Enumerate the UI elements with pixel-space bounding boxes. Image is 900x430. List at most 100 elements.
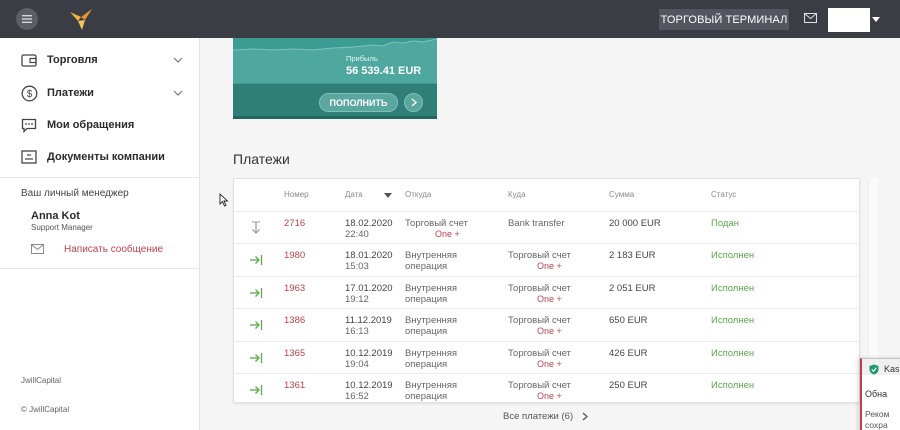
payment-to: Bank transfer <box>508 218 565 229</box>
table-row[interactable]: 1963 17.01.2020 19:12 Внутренняя операция Тор… <box>234 275 859 308</box>
account-selector[interactable] <box>828 8 870 32</box>
account-card: Прибыль 56 539.41 EUR ПОПОЛНИТЬ <box>233 38 437 119</box>
chevron-down-icon[interactable] <box>872 17 880 22</box>
sort-desc-icon[interactable] <box>384 193 392 198</box>
column-header-status[interactable]: Статус <box>711 190 736 199</box>
sidebar-item-label: Торговля <box>47 54 98 66</box>
payment-from: Внутренняя <box>405 250 458 262</box>
payment-to: Торговый счет <box>508 380 571 391</box>
payment-date: 10.12.2019 <box>345 380 393 391</box>
deposit-arrow-icon <box>250 255 263 266</box>
payment-status: Исполнен <box>711 282 755 294</box>
payments-table: Номер Дата Откуда Куда Сумма Статус 2716… <box>233 178 860 403</box>
top-up-button[interactable]: ПОПОЛНИТЬ <box>319 93 398 112</box>
sidebar-item-requests[interactable]: Мои обращения <box>0 110 200 140</box>
sidebar-item-label: Документы компании <box>47 151 165 163</box>
sidebar-divider <box>0 177 199 178</box>
payment-status: Исполнен <box>711 250 755 262</box>
column-header-date[interactable]: Дата <box>345 190 363 199</box>
payment-time: 19:04 <box>345 358 369 370</box>
table-row[interactable]: 2716 18.02.2020 22:40 Торговый счет One + Ban… <box>234 211 859 243</box>
payment-status: Исполнен <box>711 347 755 359</box>
payment-date: 18.02.2020 <box>345 218 393 229</box>
popup-title: Kasp <box>884 364 900 374</box>
table-row[interactable]: 1365 10.12.2019 19:04 Внутренняя операция Тор… <box>234 340 859 373</box>
scrollbar[interactable] <box>868 178 878 368</box>
popup-line: Реком сохра <box>865 409 889 430</box>
payment-from-detail: операция <box>405 293 448 305</box>
payment-number[interactable]: 1386 <box>284 315 305 326</box>
sidebar: Торговля $ Платежи Мои обращения Докумен… <box>0 38 200 430</box>
payment-from-detail: операция <box>405 326 448 338</box>
payment-status: Подан <box>711 218 739 229</box>
brand-label: JwillCapital <box>21 376 62 385</box>
payment-status: Исполнен <box>711 380 755 391</box>
payment-time: 22:40 <box>345 229 369 240</box>
payment-to-account: One + <box>537 391 562 401</box>
popup-line-b: сохра <box>865 420 888 430</box>
profit-label: Прибыль <box>346 54 378 63</box>
mail-icon[interactable] <box>804 13 817 23</box>
table-row[interactable]: 1361 10.12.2019 16:52 Внутренняя операция Тор… <box>234 373 859 405</box>
deposit-arrow-icon <box>250 352 263 363</box>
payment-amount: 20 000 EUR <box>609 218 661 229</box>
withdrawal-arrow-icon <box>252 221 260 234</box>
chevron-right-icon[interactable] <box>582 412 588 421</box>
document-icon <box>20 148 38 166</box>
sidebar-item-label: Мои обращения <box>47 119 135 131</box>
column-header-to[interactable]: Куда <box>508 190 526 199</box>
payment-amount: 250 EUR <box>609 380 648 391</box>
payment-to: Торговый счет <box>508 347 571 359</box>
payment-from: Внутренняя <box>405 380 458 391</box>
copyright-label: © JwillCapital <box>21 405 70 414</box>
chevron-right-icon <box>411 98 417 107</box>
payment-time: 16:52 <box>345 391 369 402</box>
trading-terminal-button[interactable]: ТОРГОВЫЙ ТЕРМИНАЛ <box>659 9 789 30</box>
payment-date: 10.12.2019 <box>345 347 393 359</box>
popup-line-a: Реком <box>865 409 890 419</box>
sidebar-item-trading[interactable]: Торговля <box>0 45 200 75</box>
payment-date: 17.01.2020 <box>345 282 393 294</box>
column-header-number[interactable]: Номер <box>284 190 309 199</box>
payment-from: Внутренняя <box>405 282 458 294</box>
manager-name: Anna Kot <box>31 210 80 222</box>
payment-number[interactable]: 1980 <box>284 250 305 261</box>
write-message-link[interactable]: Написать сообщение <box>64 244 163 255</box>
column-header-amount[interactable]: Сумма <box>609 190 634 199</box>
manager-section-title: Ваш личный менеджер <box>21 188 129 199</box>
payment-from-account: One + <box>435 229 460 239</box>
table-row[interactable]: 1980 18.01.2020 15:03 Внутренняя операция Тор… <box>234 243 859 275</box>
payment-from-detail: операция <box>405 261 448 273</box>
payment-time: 15:03 <box>345 261 369 273</box>
payment-date: 18.01.2020 <box>345 250 393 262</box>
payment-number[interactable]: 1361 <box>284 380 305 391</box>
payment-to-account: One + <box>537 358 562 369</box>
sidebar-item-documents[interactable]: Документы компании <box>0 142 200 172</box>
manager-role: Support Manager <box>31 223 93 232</box>
deposit-arrow-icon <box>250 320 263 331</box>
logo-bird-icon[interactable] <box>68 6 94 32</box>
payment-number[interactable]: 1963 <box>284 283 305 294</box>
menu-icon <box>22 15 32 23</box>
payment-number[interactable]: 2716 <box>284 218 305 229</box>
chat-icon <box>20 116 38 134</box>
payment-time: 19:12 <box>345 293 369 305</box>
menu-button[interactable] <box>16 8 38 30</box>
deposit-arrow-icon <box>250 385 263 395</box>
shield-icon <box>869 364 879 375</box>
payment-from: Внутренняя <box>405 347 458 359</box>
payment-status: Исполнен <box>711 315 755 327</box>
table-row[interactable]: 1386 11.12.2019 16:13 Внутренняя операция Тор… <box>234 308 859 340</box>
next-card-button[interactable] <box>404 93 423 112</box>
sidebar-item-payments[interactable]: $ Платежи <box>0 78 200 108</box>
chevron-down-icon <box>173 90 183 96</box>
popup-line: Обна <box>865 389 888 399</box>
payment-from-detail: операция <box>405 391 448 402</box>
wallet-icon <box>20 51 38 69</box>
column-header-from[interactable]: Откуда <box>405 190 431 199</box>
svg-text:$: $ <box>26 89 32 100</box>
all-payments-link[interactable]: Все платежи (6) <box>503 411 573 422</box>
antivirus-popup[interactable]: Kasp Обна Рекомсохра <box>860 358 900 430</box>
payment-number[interactable]: 1365 <box>284 348 305 359</box>
payment-to: Торговый счет <box>508 315 571 327</box>
